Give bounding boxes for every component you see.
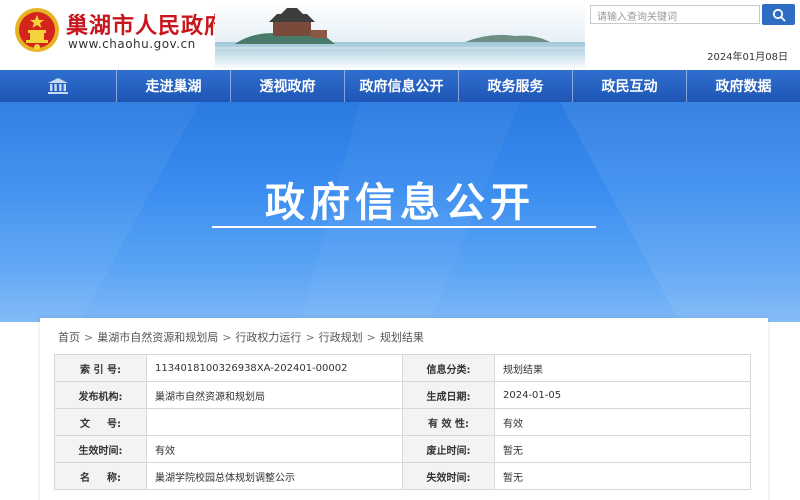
page-banner: 政府信息公开 [0,102,800,322]
repeal-time-label: 废止时间: [402,435,495,463]
site-url: www.chaohu.gov.cn [68,37,196,51]
nav-item-info-disclosure[interactable]: 政府信息公开 [344,70,458,102]
expiry-time-label: 失效时间: [402,462,495,490]
building-icon [48,78,68,94]
validity-value: 有效 [494,408,751,436]
breadcrumb-separator: > [366,331,376,344]
search-input[interactable]: 请输入查询关键词 [590,5,760,24]
nav-item-government[interactable]: 透视政府 [230,70,344,102]
breadcrumb: 首页 > 巢湖市自然资源和规划局 > 行政权力运行 > 行政规划 > 规划结果 [58,329,424,345]
table-row: 发布机构: 巢湖市自然资源和规划局 生成日期: 2024-01-05 [54,381,751,409]
created-date-value: 2024-01-05 [494,381,751,409]
publisher-value: 巢湖市自然资源和规划局 [146,381,403,409]
banner-underline [212,226,596,228]
nav-item-data[interactable]: 政府数据 [686,70,800,102]
breadcrumb-admin-power[interactable]: 行政权力运行 [235,331,301,344]
document-number-label: 文 号: [54,408,147,436]
created-date-label: 生成日期: [402,381,495,409]
index-number-label: 索 引 号: [54,354,147,382]
search-icon [772,8,785,21]
breadcrumb-separator: > [222,331,232,344]
table-row: 生效时间: 有效 废止时间: 暂无 [54,435,751,463]
nav-item-interaction[interactable]: 政民互动 [572,70,686,102]
national-emblem-icon[interactable] [14,7,60,53]
effective-time-label: 生效时间: [54,435,147,463]
nav-item-about-chaohu[interactable]: 走进巢湖 [116,70,230,102]
nav-item-services[interactable]: 政务服务 [458,70,572,102]
validity-label: 有 效 性: [402,408,495,436]
category-value: 规划结果 [494,354,751,382]
table-row: 文 号: 有 效 性: 有效 [54,408,751,436]
index-number-value: 1134018100326938XA-202401-00002 [146,354,403,382]
main-nav: 走进巢湖 透视政府 政府信息公开 政务服务 政民互动 政府数据 [0,70,800,102]
category-label: 信息分类: [402,354,495,382]
lake-scenery-image [215,0,585,70]
repeal-time-value: 暂无 [494,435,751,463]
document-number-value [146,408,403,436]
nav-home[interactable] [0,70,116,102]
breadcrumb-department[interactable]: 巢湖市自然资源和规划局 [97,331,218,344]
site-title[interactable]: 巢湖市人民政府 [66,8,227,40]
breadcrumb-planning-result[interactable]: 规划结果 [380,331,424,344]
search-button[interactable] [762,4,795,25]
table-row: 索 引 号: 1134018100326938XA-202401-00002 信… [54,354,751,382]
document-name-label: 名 称: [54,462,147,490]
banner-title: 政府信息公开 [265,180,535,226]
effective-time-value: 有效 [146,435,403,463]
content-panel: 首页 > 巢湖市自然资源和规划局 > 行政权力运行 > 行政规划 > 规划结果 索 引 号: 1… [40,318,768,500]
site-header: 巢湖市人民政府 www.chaohu.gov.cn 请输入查询关键词 2024年… [0,0,800,70]
publisher-label: 发布机构: [54,381,147,409]
table-row: 名 称: 巢湖学院校园总体规划调整公示 失效时间: 暂无 [54,462,751,490]
breadcrumb-separator: > [84,331,94,344]
header-date: 2024年01月08日 [707,52,788,63]
breadcrumb-home[interactable]: 首页 [58,331,80,344]
info-meta-table: 索 引 号: 1134018100326938XA-202401-00002 信… [54,354,751,490]
breadcrumb-planning[interactable]: 行政规划 [319,331,363,344]
breadcrumb-separator: > [305,331,315,344]
document-name-value: 巢湖学院校园总体规划调整公示 [146,462,403,490]
expiry-time-value: 暂无 [494,462,751,490]
